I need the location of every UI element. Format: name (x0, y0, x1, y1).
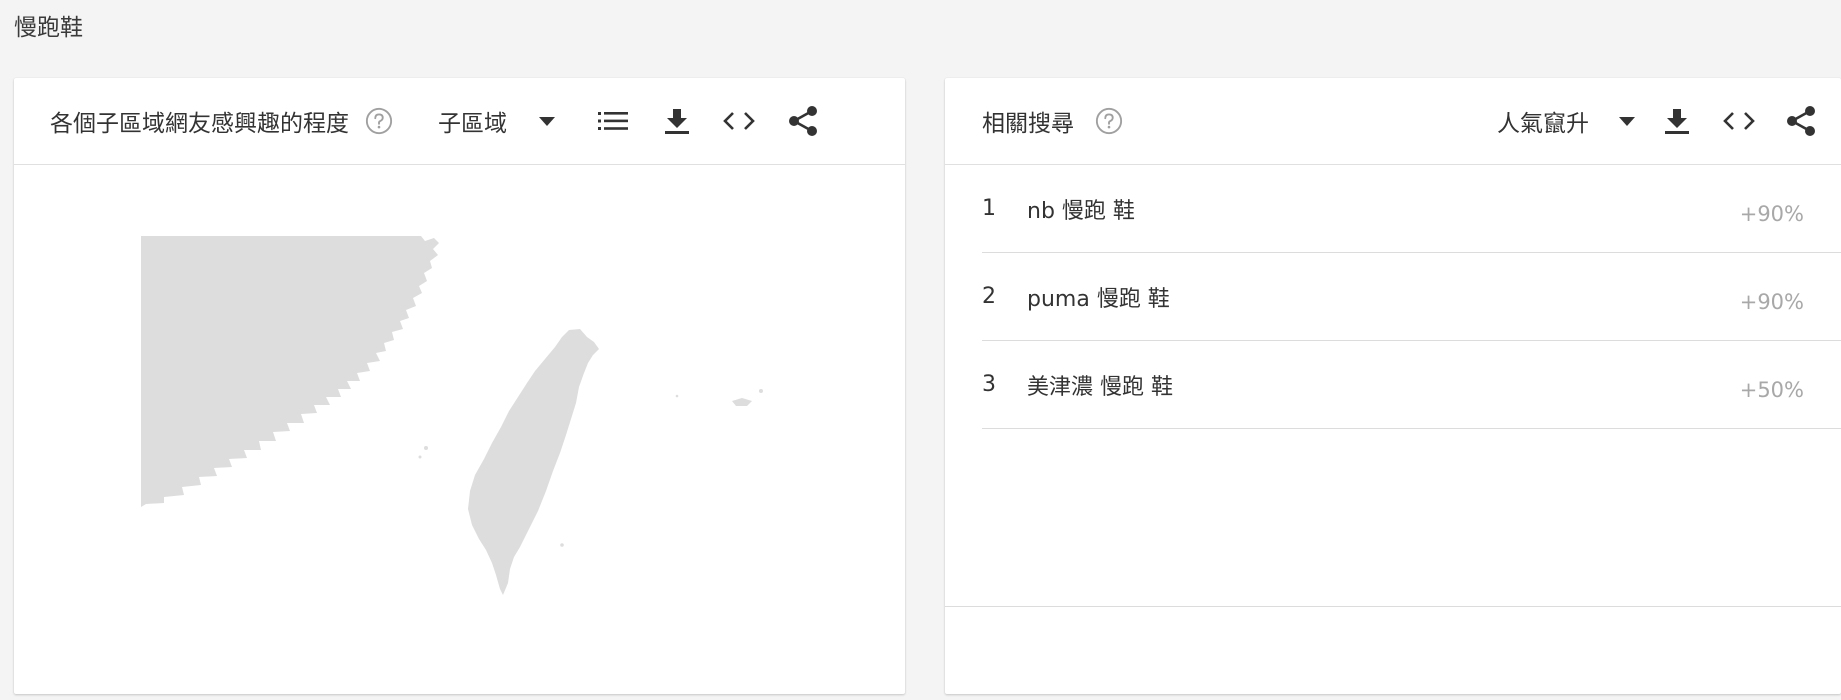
rank-number: 3 (982, 372, 996, 397)
rise-value: +90% (1739, 201, 1804, 226)
query-term: nb 慢跑 鞋 (1027, 198, 1135, 224)
share-icon[interactable] (785, 103, 821, 139)
download-icon[interactable] (1659, 103, 1695, 139)
chevron-down-icon (1619, 116, 1635, 126)
map-region-green-island (560, 543, 564, 547)
region-card-title: 各個子區域網友感興趣的程度 (50, 111, 349, 137)
list-icon[interactable] (595, 103, 631, 139)
region-card-header: 各個子區域網友感興趣的程度 子區域 (14, 78, 905, 165)
resolution-dropdown[interactable]: 子區域 (438, 104, 555, 138)
region-interest-card: 各個子區域網友感興趣的程度 子區域 (14, 78, 905, 694)
chevron-down-icon (539, 116, 555, 126)
list-item[interactable]: 1 nb 慢跑 鞋 +90% (982, 165, 1841, 253)
rank-number: 2 (982, 284, 996, 309)
query-term: 美津濃 慢跑 鞋 (1027, 374, 1173, 400)
question-circle-icon[interactable] (1095, 107, 1123, 135)
share-icon[interactable] (1783, 103, 1819, 139)
embed-code-icon[interactable] (721, 103, 757, 139)
region-map[interactable] (14, 165, 905, 694)
page-title: 慢跑鞋 (14, 15, 83, 41)
embed-code-icon[interactable] (1721, 103, 1757, 139)
map-region-mainland (141, 236, 439, 507)
related-card-header: 相關搜尋 人氣竄升 (945, 78, 1841, 165)
map-region-ryukyu (732, 398, 752, 406)
rise-value: +50% (1739, 377, 1804, 402)
list-item[interactable]: 2 puma 慢跑 鞋 +90% (982, 253, 1841, 341)
rank-number: 1 (982, 196, 996, 221)
map-region-penghu (424, 446, 428, 450)
related-mode-dropdown[interactable]: 人氣竄升 (1497, 104, 1635, 138)
related-mode-dropdown-label: 人氣竄升 (1497, 111, 1589, 137)
resolution-dropdown-label: 子區域 (438, 111, 507, 137)
download-icon[interactable] (659, 103, 695, 139)
question-circle-icon[interactable] (365, 107, 393, 135)
map-region-taiwan (468, 329, 599, 595)
card-footer-divider (945, 606, 1841, 607)
query-term: puma 慢跑 鞋 (1027, 286, 1170, 312)
rise-value: +90% (1739, 289, 1804, 314)
related-queries-card: 相關搜尋 人氣竄升 1 nb 慢跑 鞋 +90% 2 puma 慢跑 鞋 +90… (945, 78, 1841, 694)
related-queries-list: 1 nb 慢跑 鞋 +90% 2 puma 慢跑 鞋 +90% 3 美津濃 慢跑… (982, 165, 1841, 429)
related-card-title: 相關搜尋 (982, 111, 1074, 137)
list-item[interactable]: 3 美津濃 慢跑 鞋 +50% (982, 341, 1841, 429)
